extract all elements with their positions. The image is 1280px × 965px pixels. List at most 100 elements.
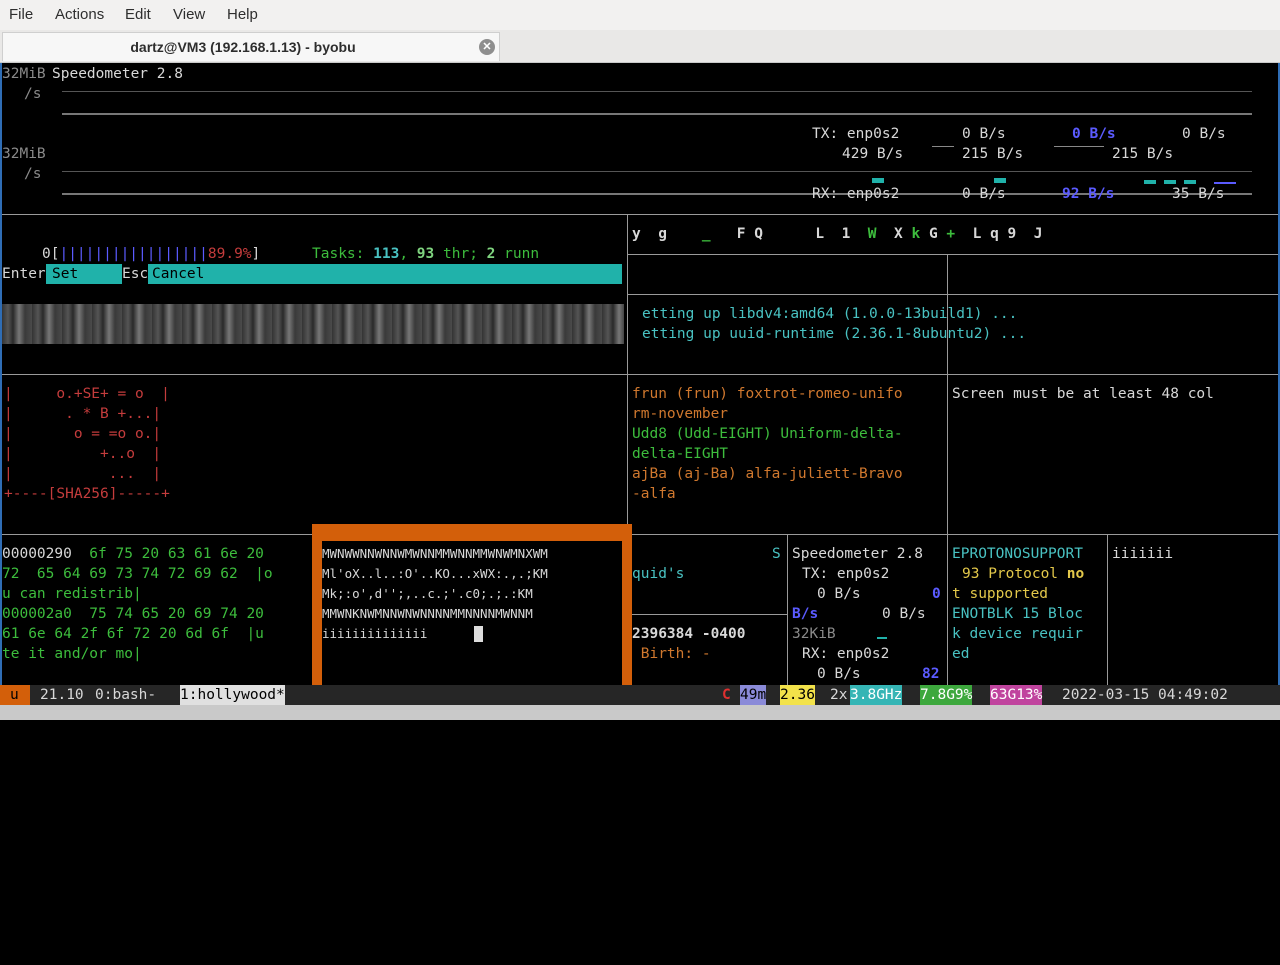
byobu-logo-u: u: [10, 687, 19, 703]
randomart-line: +----[SHA256]-----+: [4, 486, 170, 502]
speedometer-small-value: 0 B/s: [817, 666, 861, 682]
ascii-art-line: MMWNKNWMNNWNWNNNNMMNNNNMWNNM: [322, 606, 533, 621]
menu-view[interactable]: View: [173, 6, 205, 23]
mem-total: 7.8G9%: [920, 685, 973, 705]
tab-title: dartz@VM3 (192.168.1.13) - byobu: [130, 39, 356, 55]
ascii-art-line: iiiiiiiiiiiiii: [322, 626, 428, 641]
window-0[interactable]: 0:bash-: [95, 685, 156, 705]
status-c: C: [722, 687, 731, 703]
pane-divider: [1107, 534, 1108, 685]
graph-tick: [1054, 146, 1104, 147]
speedometer-unit: 32MiB: [2, 66, 46, 82]
hexdump-line: u can redistrib|: [2, 586, 142, 602]
terminal-area[interactable]: 32MiB /s Speedometer 2.8 32MiB /s TX: en…: [0, 63, 1280, 685]
speedometer-small-value: 0 B/s: [817, 586, 861, 602]
tx-value: 0 B/s: [962, 126, 1006, 142]
menu-help[interactable]: Help: [227, 6, 258, 23]
graph-line: [62, 171, 1252, 172]
errno-line: t supported: [952, 586, 1049, 602]
pane-divider: [627, 294, 1278, 295]
cpu-freq: 3.8GHz: [850, 685, 903, 705]
user-entry-line: -alfa: [632, 486, 676, 502]
pane-divider: [627, 254, 1278, 255]
speedometer-small-value: 0 B/s: [882, 606, 926, 622]
tx-rate: 215 B/s: [962, 146, 1024, 162]
text-cursor: [474, 626, 483, 642]
user-entry-line: delta-EIGHT: [632, 446, 729, 462]
menu-actions[interactable]: Actions: [55, 6, 104, 23]
screen-size-message: Screen must be at least 48 col: [952, 386, 1214, 402]
stat-s: S: [772, 546, 781, 562]
rx-value: 35 B/s: [1172, 186, 1225, 202]
pane-divider: [947, 534, 948, 685]
htop-tasks: Tasks: 113, 93 thr; 2 runn: [312, 246, 540, 262]
hexdump-line: te it and/or mo|: [2, 646, 142, 662]
pane-divider: [2, 534, 1278, 535]
rx-value: 92 B/s: [1062, 186, 1115, 202]
close-icon[interactable]: ✕: [479, 39, 495, 55]
errno-line: 93 Protocol no: [962, 566, 1085, 582]
user-entry-line: Udd8 (Udd-EIGHT) Uniform-delta-: [632, 426, 903, 442]
pane-divider: [627, 614, 787, 615]
rx-value: 0 B/s: [962, 186, 1006, 202]
stat-date: 2396384 -0400: [632, 626, 746, 642]
fn-enter-key[interactable]: Enter: [2, 264, 46, 284]
htop-function-bar: [2, 264, 622, 284]
tx-rate: 215 B/s: [1112, 146, 1174, 162]
randomart-line: | ... |: [4, 466, 162, 482]
status-datetime: 2022-03-15 04:49:02: [1062, 687, 1228, 703]
errno-line: EPROTONOSUPPORT: [952, 546, 1083, 562]
menu-file[interactable]: File: [9, 6, 33, 23]
fn-esc-key[interactable]: Esc: [122, 264, 149, 284]
graph-line: [62, 91, 1252, 92]
hexdump-line: 72 65 64 69 73 74 72 69 62 |o: [2, 566, 273, 582]
randomart-line: | +..o |: [4, 446, 162, 462]
graph-tick: [877, 637, 887, 639]
randomart-line: | o = =o o.|: [4, 426, 162, 442]
pane-divider: [2, 374, 1278, 375]
matrix-glyph-row: y g _ F Q L 1 W X k G + L q 9 J: [632, 226, 1043, 242]
errno-line: ed: [952, 646, 970, 662]
speedometer-small-unit: 32KiB: [792, 626, 836, 642]
rx-label: RX: enp0s2: [812, 186, 900, 202]
stat-birth: Birth: -: [632, 646, 711, 662]
cpu-count: 2x: [830, 687, 848, 703]
speedometer-small-title: Speedometer 2.8: [792, 546, 923, 562]
speedometer-small-tx: TX: enp0s2: [802, 566, 890, 582]
tx-rate: 429 B/s: [842, 146, 904, 162]
ascii-art-line: Ml'oX..l..:O'..KO...xWX:.,.;KM: [322, 566, 548, 581]
user-entry-line: rm-november: [632, 406, 729, 422]
window-bottom-border: [0, 705, 1280, 720]
window-1[interactable]: 1:hollywood*: [180, 685, 285, 705]
speedometer-small-value: 0: [932, 586, 941, 602]
speedometer-small-unit: B/s: [792, 606, 819, 622]
pane-divider: [947, 254, 948, 534]
os-version: 21.10: [40, 687, 84, 703]
speedometer-unit: 32MiB: [2, 146, 46, 162]
tx-value: 0 B/s: [1072, 126, 1116, 142]
errno-line: ENOTBLK 15 Bloc: [952, 606, 1083, 622]
speedometer-title: Speedometer 2.8: [52, 66, 183, 82]
menu-edit[interactable]: Edit: [125, 6, 151, 23]
rx-bar: [1144, 180, 1156, 184]
tx-label: TX: enp0s2: [812, 126, 900, 142]
tx-value: 0 B/s: [1182, 126, 1226, 142]
apt-output-line: etting up libdv4:amd64 (1.0.0-13build1) …: [642, 306, 1018, 322]
fn-set-button[interactable]: Set: [52, 264, 78, 284]
htop-cpu-meter: 0[|||||||||||||||||89.9%]: [42, 246, 261, 262]
user-entry-line: ajBa (aj-Ba) alfa-juliett-Bravo: [632, 466, 903, 482]
speedometer-unit-suffix: /s: [24, 86, 42, 102]
pane-divider: [787, 534, 788, 685]
apt-output-line: etting up uuid-runtime (2.36.1-8ubuntu2)…: [642, 326, 1027, 342]
menu-bar: File Actions Edit View Help: [0, 0, 1280, 30]
speedometer-small-value: 82: [922, 666, 940, 682]
terminal-tab[interactable]: dartz@VM3 (192.168.1.13) - byobu ✕: [2, 32, 500, 61]
speedometer-unit-suffix: /s: [24, 166, 42, 182]
tab-bar: dartz@VM3 (192.168.1.13) - byobu ✕: [0, 30, 1280, 63]
randomart-line: | . * B +...|: [4, 406, 162, 422]
fn-cancel-button[interactable]: Cancel: [152, 264, 204, 284]
noise-pattern: [2, 304, 624, 344]
iii-text: iiiiiii: [1112, 546, 1174, 562]
ascii-art-line: MWNWWNNWNNWMWNNMMWNNMMWNWMNXWM: [322, 546, 548, 561]
errno-line: k device requir: [952, 626, 1083, 642]
